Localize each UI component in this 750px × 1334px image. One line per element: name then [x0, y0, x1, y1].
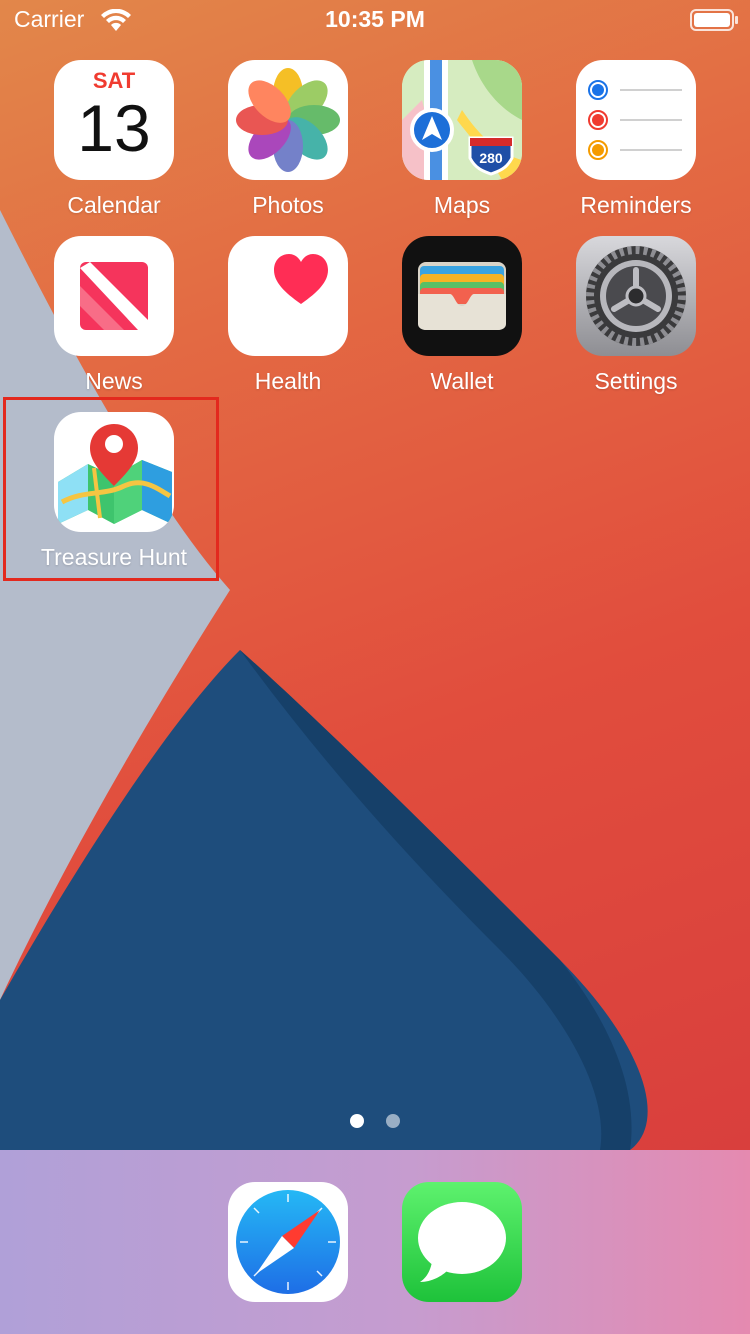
- app-maps[interactable]: 280 Maps: [375, 60, 549, 219]
- app-label-photos: Photos: [252, 192, 324, 218]
- maps-icon[interactable]: 280: [402, 60, 522, 180]
- app-label-wallet: Wallet: [430, 368, 494, 394]
- app-label-reminders: Reminders: [580, 192, 692, 218]
- wallet-icon[interactable]: [402, 236, 522, 356]
- reminders-icon[interactable]: [576, 60, 696, 180]
- health-icon[interactable]: [228, 236, 348, 356]
- messages-icon[interactable]: [402, 1182, 522, 1302]
- app-news[interactable]: News: [27, 236, 201, 395]
- page-dot-2[interactable]: [386, 1114, 400, 1128]
- app-label-calendar: Calendar: [67, 192, 161, 218]
- app-settings[interactable]: Settings: [549, 236, 723, 395]
- app-health[interactable]: Health: [201, 236, 375, 395]
- app-wallet[interactable]: Wallet: [375, 236, 549, 395]
- calendar-date: 13: [77, 91, 151, 165]
- page-dot-1[interactable]: [350, 1114, 364, 1128]
- status-bar: Carrier 10:35 PM: [0, 0, 750, 40]
- news-icon[interactable]: [54, 236, 174, 356]
- dock: [0, 1150, 750, 1334]
- app-photos[interactable]: Photos: [201, 60, 375, 219]
- status-time: 10:35 PM: [325, 6, 425, 32]
- app-label-maps: Maps: [433, 192, 491, 218]
- app-reminders[interactable]: Reminders: [549, 60, 723, 219]
- highway-shield-label: 280: [479, 150, 503, 166]
- battery-icon: [690, 9, 738, 31]
- highlight-box: [3, 397, 219, 581]
- app-label-news: News: [85, 368, 143, 394]
- calendar-icon[interactable]: SAT 13: [54, 60, 174, 180]
- app-label-settings: Settings: [594, 368, 678, 394]
- settings-icon[interactable]: [576, 236, 696, 356]
- photos-icon[interactable]: [228, 60, 348, 180]
- app-label-health: Health: [254, 368, 322, 394]
- dock-app-messages[interactable]: [402, 1182, 522, 1302]
- safari-icon[interactable]: [228, 1182, 348, 1302]
- app-calendar[interactable]: SAT 13 Calendar: [27, 60, 201, 219]
- dock-app-safari[interactable]: [228, 1182, 348, 1302]
